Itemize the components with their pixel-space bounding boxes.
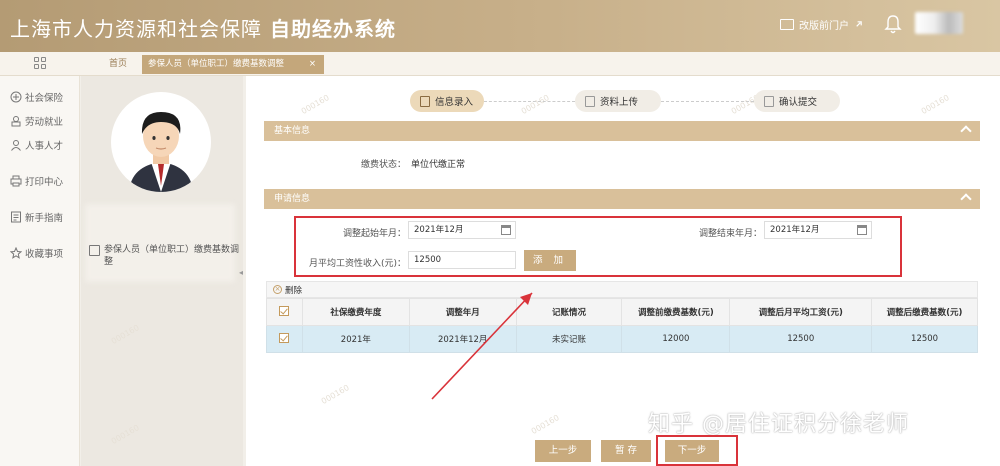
delete-label: 删除 (285, 285, 303, 296)
tab-active-label: 参保人员（单位职工）缴费基数调整 (148, 59, 285, 69)
save-draft-button[interactable]: 暂 存 (601, 440, 651, 462)
portal-link[interactable]: 改版前门户 (780, 17, 863, 32)
monitor-icon (780, 19, 794, 30)
step-info-entry[interactable]: 信息录入 (410, 90, 484, 112)
star-icon (10, 247, 22, 259)
profile-service-label: 参保人员（单位职工）缴费基数调整 (104, 245, 240, 267)
status-label: 缴费状态： (360, 160, 406, 170)
document-icon (585, 95, 595, 107)
profile-name-blurred (85, 204, 235, 282)
avatar (111, 92, 211, 192)
tab-close-icon[interactable]: × (309, 55, 316, 74)
app-title-bold: 自助经办系统 (270, 17, 396, 41)
portal-link-label: 改版前门户 (799, 21, 849, 32)
document-icon (764, 95, 774, 107)
person-icon (11, 140, 21, 151)
highlight-annotation-box (294, 216, 902, 277)
row-checkbox[interactable] (279, 332, 290, 343)
app-title: 上海市人力资源和社会保障 自助经办系统 (10, 13, 396, 42)
table-cell: 12000 (621, 325, 731, 353)
sidebar-item-label: 新手指南 (25, 213, 64, 224)
panel-title: 申请信息 (274, 194, 311, 204)
header-bar: 上海市人力资源和社会保障 自助经办系统 改版前门户 (0, 0, 1000, 52)
table-row[interactable]: 2021年 2021年12月 未实记账 12000 12500 12500 (266, 325, 978, 353)
link-icon (856, 21, 862, 27)
table-cell: 2021年 (301, 325, 410, 353)
step-connector (484, 101, 575, 102)
prev-step-button[interactable]: 上一步 (535, 440, 591, 462)
sidebar-nav: 社会保险 劳动就业 人事人才 打印中心 新手指南 收藏事项 (0, 76, 80, 466)
select-all-checkbox[interactable] (279, 305, 290, 316)
step-indicator: 信息录入 资料上传 确认提交 (410, 90, 840, 112)
sidebar-item-label: 人事人才 (25, 141, 64, 152)
highlight-annotation-box (656, 435, 738, 466)
bell-icon[interactable] (884, 13, 902, 35)
step-label: 资料上传 (600, 97, 639, 108)
sidebar-item-label: 收藏事项 (25, 249, 64, 260)
panel-title: 基本信息 (274, 126, 311, 136)
step-upload[interactable]: 资料上传 (575, 90, 661, 112)
sidebar-item-social-insurance[interactable]: 社会保险 (10, 90, 63, 104)
user-avatar-blurred[interactable] (915, 12, 963, 34)
select-all-cell[interactable] (266, 298, 303, 326)
column-header: 调整后缴费基数(元) (871, 298, 978, 326)
calculator-icon (89, 245, 100, 256)
sidebar-item-label: 打印中心 (25, 177, 64, 188)
profile-panel: 参保人员（单位职工）缴费基数调整 (81, 76, 243, 466)
sidebar-item-favorites[interactable]: 收藏事项 (10, 246, 63, 260)
tab-home[interactable]: 首页 (98, 52, 138, 76)
printer-icon (10, 175, 22, 187)
social-insurance-icon (10, 91, 22, 103)
employment-icon (11, 116, 21, 127)
user-avatar-illustration (129, 112, 193, 192)
app-title-main: 上海市人力资源和社会保障 (10, 17, 262, 41)
adjustment-table: 社保缴费年度 调整年月 记账情况 调整前缴费基数(元) 调整后月平均工资(元) … (266, 298, 978, 353)
sidebar-item-label: 社会保险 (25, 93, 64, 104)
column-header: 调整前缴费基数(元) (621, 298, 731, 326)
step-label: 信息录入 (435, 97, 474, 108)
row-select-cell[interactable] (266, 325, 303, 353)
document-icon (420, 95, 430, 107)
table-cell: 12500 (729, 325, 873, 353)
collapse-handle[interactable]: ◂ (239, 268, 244, 278)
sidebar-item-guide[interactable]: 新手指南 (10, 210, 63, 224)
guide-icon (11, 211, 21, 223)
chevron-up-icon[interactable] (960, 125, 972, 137)
zhihu-watermark: 知乎 @居住证积分徐老师 (648, 412, 909, 437)
column-header: 调整后月平均工资(元) (729, 298, 873, 326)
sidebar-item-personnel[interactable]: 人事人才 (10, 138, 63, 152)
table-header-row: 社保缴费年度 调整年月 记账情况 调整前缴费基数(元) 调整后月平均工资(元) … (266, 298, 978, 326)
column-header: 社保缴费年度 (301, 298, 410, 326)
status-value: 单位代缴正常 (411, 160, 466, 170)
delete-icon: × (273, 285, 282, 294)
step-label: 确认提交 (779, 97, 818, 108)
profile-service-item[interactable]: 参保人员（单位职工）缴费基数调整 (89, 244, 239, 268)
delete-button[interactable]: × 删除 (266, 281, 978, 298)
application-info-header[interactable]: 申请信息 (264, 189, 980, 209)
apps-grid-icon[interactable] (34, 57, 46, 69)
tab-contribution-adjustment[interactable]: 参保人员（单位职工）缴费基数调整 × (142, 55, 324, 74)
step-connector (661, 101, 754, 102)
table-cell: 12500 (871, 325, 978, 353)
chevron-up-icon[interactable] (960, 193, 972, 205)
basic-info-header[interactable]: 基本信息 (264, 121, 980, 141)
sidebar-item-employment[interactable]: 劳动就业 (10, 114, 63, 128)
sidebar-item-label: 劳动就业 (25, 117, 64, 128)
step-confirm[interactable]: 确认提交 (754, 90, 840, 112)
annotation-arrow-icon (431, 292, 533, 400)
sidebar-item-print-center[interactable]: 打印中心 (10, 174, 63, 188)
